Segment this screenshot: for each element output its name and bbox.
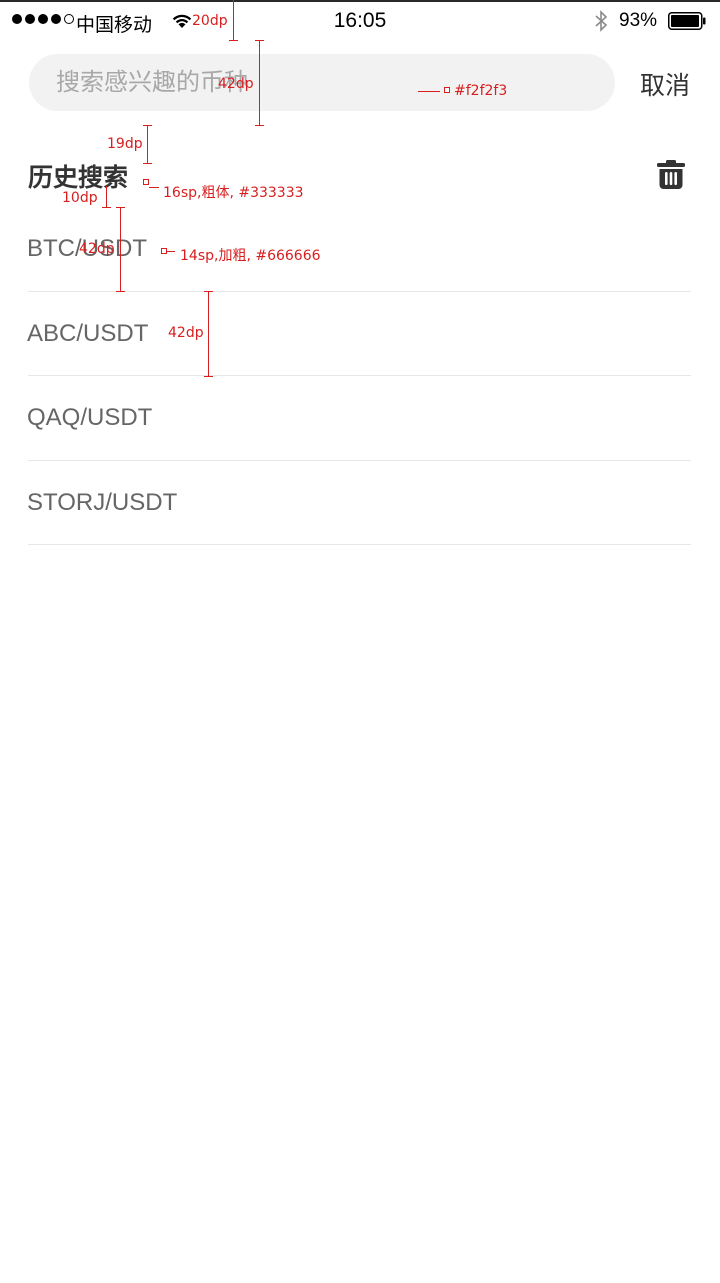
history-item[interactable]: STORJ/USDT: [27, 461, 691, 545]
history-item-label: QAQ/USDT: [27, 404, 153, 431]
history-title: 历史搜索: [28, 164, 129, 192]
spec-tick: [255, 125, 264, 126]
status-bar: 中国移动 16:05 93%: [0, 2, 720, 40]
spec-line: [259, 40, 260, 125]
spec-line: [147, 125, 148, 163]
history-item-label: ABC/USDT: [27, 319, 149, 347]
history-item[interactable]: QAQ/USDT: [27, 376, 691, 461]
spec-item-height: 42dp: [168, 325, 204, 341]
search-input[interactable]: [56, 54, 596, 111]
spec-tick: [204, 376, 213, 377]
spec-list-gap: 10dp: [62, 190, 98, 206]
trash-icon[interactable]: [655, 158, 687, 190]
spec-line: [149, 187, 159, 188]
spec-item-height: 42dp: [79, 241, 115, 257]
spec-box: [444, 87, 450, 93]
spec-tick: [116, 291, 125, 292]
spec-box: [143, 179, 149, 185]
spec-line: [233, 0, 234, 40]
search-box[interactable]: [29, 54, 615, 111]
history-item[interactable]: ABC/USDT: [27, 292, 691, 376]
cancel-button[interactable]: 取消: [640, 66, 690, 102]
spec-line: [167, 251, 175, 252]
spec-item-text: 14sp,加粗, #666666: [180, 248, 321, 264]
history-list: BTC/USDT ABC/USDT QAQ/USDT STORJ/USDT: [27, 207, 691, 545]
history-item[interactable]: BTC/USDT: [27, 207, 691, 292]
spec-search-color: #f2f2f3: [454, 83, 508, 99]
battery-percent: 93%: [619, 10, 658, 31]
spec-header-gap: 19dp: [107, 136, 143, 152]
spec-line: [418, 91, 440, 92]
clock: 16:05: [333, 9, 387, 32]
spec-line: [208, 291, 209, 376]
spec-tick: [229, 40, 238, 41]
bluetooth-icon: [595, 10, 608, 32]
spec-tick: [143, 163, 152, 164]
spec-line: [106, 186, 107, 207]
history-item-label: STORJ/USDT: [27, 488, 178, 516]
spec-search-height: 42dp: [218, 76, 254, 92]
spec-status-height: 20dp: [192, 13, 228, 29]
spec-line: [120, 207, 121, 291]
spec-tick: [102, 207, 111, 208]
battery-icon: [668, 12, 706, 30]
spec-title-text: 16sp,粗体, #333333: [163, 185, 304, 201]
